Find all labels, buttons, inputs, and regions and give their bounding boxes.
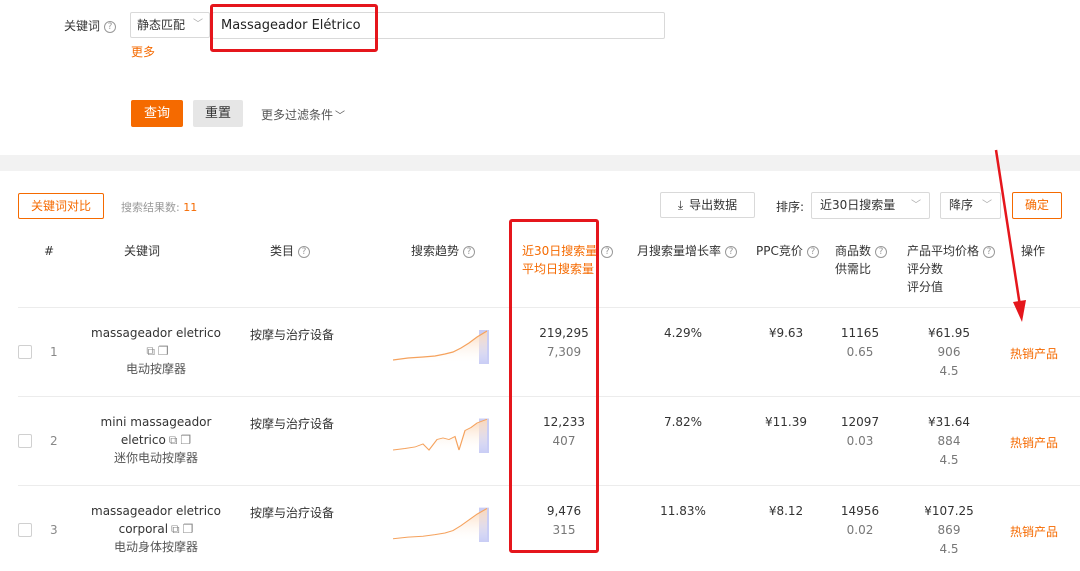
col-monthly-growth: 月搜索量增长率? xyxy=(637,242,738,260)
category-text: 按摩与治疗设备 xyxy=(250,506,335,520)
filter-panel: 关键词? 静态匹配 ﹀ Massageador Elétrico 更多 查询 重… xyxy=(0,0,1080,155)
external-link-icon[interactable]: ⧉ xyxy=(169,431,178,449)
trend-area xyxy=(393,331,487,364)
product-count-cell: 14956 0.02 xyxy=(840,504,880,537)
download-icon: ⤓ xyxy=(677,198,684,212)
category-text: 按摩与治疗设备 xyxy=(250,328,335,342)
keyword-translation: 电动按摩器 xyxy=(125,362,186,376)
ppc-cell: ¥11.39 xyxy=(765,415,807,429)
product-count-cell: 11165 0.65 xyxy=(840,326,880,359)
copy-icon[interactable]: ❐ xyxy=(158,342,169,360)
keyword-cell: massageador eletrico ⧉ ❐ 电动按摩器 xyxy=(70,324,242,378)
keyword-research-page: { "filter": { "keyword_label": "关键词", "m… xyxy=(0,0,1080,571)
col-avg-price: 产品平均价格? 评分数 评分值 xyxy=(907,242,996,296)
keyword-compare-button[interactable]: 关键词对比 xyxy=(18,193,104,219)
sort-field-select[interactable]: 近30日搜索量 ﹀ xyxy=(811,192,930,219)
external-link-icon[interactable]: ⧉ xyxy=(146,342,155,360)
table-row: 2 mini massageador eletrico ⧉ ❐ 迷你电动按摩器 按摩… xyxy=(0,397,1080,486)
result-count: 搜索结果数: 11 xyxy=(121,201,198,214)
col-product-count: 商品数? 供需比 xyxy=(835,242,888,278)
help-icon[interactable]: ? xyxy=(298,246,311,258)
keyword-label: 关键词? xyxy=(64,17,117,34)
query-button[interactable]: 查询 xyxy=(131,100,183,127)
ppc-cell: ¥8.12 xyxy=(768,504,804,518)
hot-products-link[interactable]: 热销产品 xyxy=(1010,434,1058,451)
ppc-cell: ¥9.63 xyxy=(768,326,804,340)
col-category: 类目? xyxy=(270,242,311,260)
keyword-translation: 迷你电动按摩器 xyxy=(113,451,198,465)
help-icon[interactable]: ? xyxy=(725,246,738,258)
col-keyword: 关键词 xyxy=(124,244,161,258)
col-search-volume[interactable]: 近30日搜索量? 平均日搜索量 xyxy=(522,242,614,278)
keyword-cell: mini massageador eletrico ⧉ ❐ 迷你电动按摩器 xyxy=(70,413,242,467)
row-index: 3 xyxy=(50,523,58,537)
search-volume-cell: 9,476 315 xyxy=(546,504,582,537)
copy-icon[interactable]: ❐ xyxy=(183,520,194,538)
chevron-down-icon: ﹀ xyxy=(982,200,992,211)
help-icon[interactable]: ? xyxy=(463,246,476,258)
help-icon[interactable]: ? xyxy=(806,246,819,258)
growth-cell: 11.83% xyxy=(660,504,706,518)
hot-products-link[interactable]: 热销产品 xyxy=(1010,523,1058,540)
row-index: 1 xyxy=(50,345,58,359)
chevron-down-icon: ﹀ xyxy=(193,19,203,30)
growth-cell: 4.29% xyxy=(663,326,703,340)
row-checkbox[interactable] xyxy=(18,345,32,359)
chevron-down-icon: ﹀ xyxy=(335,111,346,122)
trend-sparkline[interactable] xyxy=(393,506,489,542)
more-filters-toggle[interactable]: 更多过滤条件 ﹀ xyxy=(261,106,345,123)
keyword-input[interactable]: Massageador Elétrico xyxy=(212,12,665,39)
trend-sparkline[interactable] xyxy=(393,328,489,364)
reset-button[interactable]: 重置 xyxy=(193,100,243,127)
price-rating-cell: ¥107.25 869 4.5 xyxy=(924,504,974,556)
search-volume-cell: 12,233 407 xyxy=(543,415,585,448)
search-volume-cell: 219,295 7,309 xyxy=(539,326,589,359)
keyword-cell: massageador eletrico corporal ⧉ ❐ 电动身体按摩器 xyxy=(70,502,242,556)
sort-label: 排序: xyxy=(776,200,805,214)
growth-cell: 7.82% xyxy=(663,415,703,429)
confirm-button[interactable]: 确定 xyxy=(1012,192,1062,219)
trend-sparkline[interactable] xyxy=(393,417,489,453)
match-mode-select[interactable]: 静态匹配 ﹀ xyxy=(130,12,210,38)
chevron-down-icon: ﹀ xyxy=(911,200,921,211)
col-ppc: PPC竞价? xyxy=(756,242,819,260)
row-checkbox[interactable] xyxy=(18,434,32,448)
table-row: 3 massageador eletrico corporal ⧉ ❐ 电动身体按摩… xyxy=(0,486,1080,571)
help-icon[interactable]: ? xyxy=(875,246,888,258)
help-icon[interactable]: ? xyxy=(104,21,117,33)
price-rating-cell: ¥61.95 906 4.5 xyxy=(928,326,970,378)
product-count-cell: 12097 0.03 xyxy=(840,415,880,448)
col-index: # xyxy=(44,244,55,258)
copy-icon[interactable]: ❐ xyxy=(180,431,191,449)
keyword-text[interactable]: massageador eletrico xyxy=(70,502,242,520)
row-index: 2 xyxy=(50,434,58,448)
arrow-shaft xyxy=(994,149,1022,307)
keyword-text[interactable]: massageador eletrico xyxy=(70,324,242,342)
export-button[interactable]: ⤓ 导出数据 xyxy=(660,192,755,218)
sort-order-select[interactable]: 降序 ﹀ xyxy=(940,192,1001,219)
help-icon[interactable]: ? xyxy=(601,246,614,258)
category-text: 按摩与治疗设备 xyxy=(250,417,335,431)
table-row: 1 massageador eletrico ⧉ ❐ 电动按摩器 按摩与治疗设备 … xyxy=(0,308,1080,397)
keyword-text[interactable]: mini massageador xyxy=(70,413,242,431)
help-icon[interactable]: ? xyxy=(983,246,996,258)
more-link[interactable]: 更多 xyxy=(131,43,155,60)
col-trend: 搜索趋势? xyxy=(411,242,476,260)
row-checkbox[interactable] xyxy=(18,523,32,537)
hot-products-link[interactable]: 热销产品 xyxy=(1010,345,1058,362)
section-divider xyxy=(0,155,1080,171)
external-link-icon[interactable]: ⧉ xyxy=(171,520,180,538)
price-rating-cell: ¥31.64 884 4.5 xyxy=(928,415,970,467)
keyword-translation: 电动身体按摩器 xyxy=(113,540,198,554)
col-action: 操作 xyxy=(1021,244,1046,258)
